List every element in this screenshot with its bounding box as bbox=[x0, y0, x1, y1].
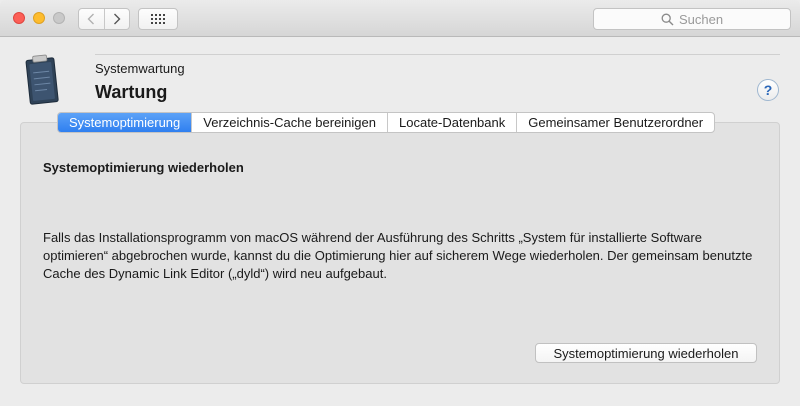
chevron-right-icon bbox=[113, 13, 121, 25]
forward-button[interactable] bbox=[103, 9, 130, 29]
minimize-window-button[interactable] bbox=[33, 12, 45, 24]
search-input[interactable]: Suchen bbox=[593, 8, 791, 30]
back-button[interactable] bbox=[79, 9, 104, 29]
header-divider bbox=[95, 54, 780, 55]
grid-icon bbox=[151, 14, 165, 24]
search-placeholder: Suchen bbox=[678, 11, 724, 27]
zoom-window-button[interactable] bbox=[53, 12, 65, 24]
tab-systemoptimierung[interactable]: Systemoptimierung bbox=[58, 113, 192, 132]
navigation-buttons bbox=[78, 8, 130, 30]
search-icon bbox=[661, 13, 674, 25]
help-button[interactable]: ? bbox=[757, 79, 779, 101]
tab-locate-datenbank[interactable]: Locate-Datenbank bbox=[387, 113, 516, 132]
section-title: Systemoptimierung wiederholen bbox=[43, 160, 244, 175]
close-window-button[interactable] bbox=[13, 12, 25, 24]
show-all-button[interactable] bbox=[138, 8, 178, 30]
tab-benutzerordner[interactable]: Gemeinsamer Benutzerordner bbox=[516, 113, 714, 132]
tab-verzeichnis-cache[interactable]: Verzeichnis-Cache bereinigen bbox=[191, 113, 387, 132]
retry-optimization-button[interactable]: Systemoptimierung wiederholen bbox=[535, 343, 757, 363]
preferences-window: Suchen Systemwartung Wartung ? Systemopt… bbox=[0, 0, 800, 406]
chevron-left-icon bbox=[87, 13, 95, 25]
page-title: Wartung bbox=[95, 82, 168, 102]
breadcrumb: Systemwartung bbox=[95, 61, 185, 76]
description-text: Falls das Installationsprogramm von macO… bbox=[43, 230, 753, 281]
clipboard-icon bbox=[25, 54, 59, 105]
title-bar: Suchen bbox=[0, 0, 800, 37]
tab-bar: Systemoptimierung Verzeichnis-Cache bere… bbox=[57, 112, 716, 133]
help-icon: ? bbox=[763, 82, 773, 98]
